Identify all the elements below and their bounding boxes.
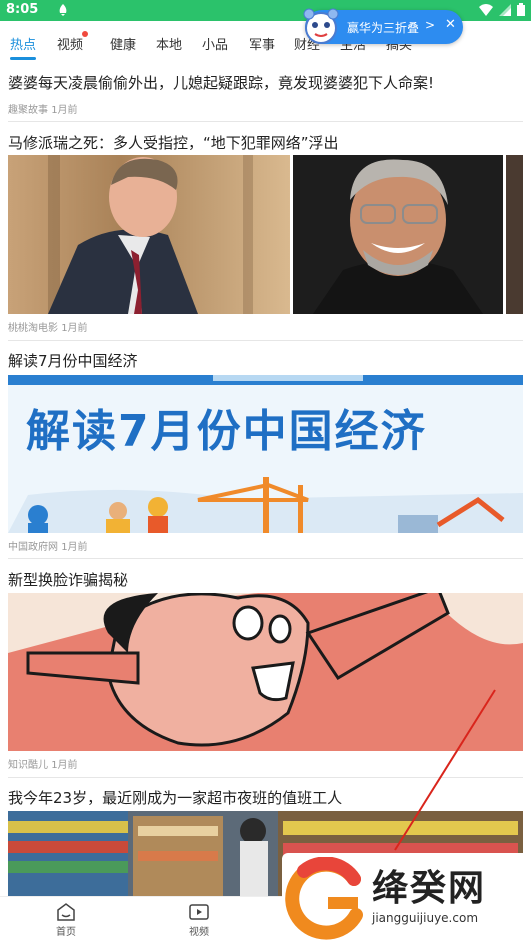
nav-home[interactable]: 首页 [46, 903, 86, 938]
active-tab-indicator [10, 57, 36, 60]
feed-title-1[interactable]: 婆婆每天凌晨偷偷外出，儿媳起疑跟踪，竟发现婆婆犯下人命案! [8, 72, 434, 93]
tab-military[interactable]: 军事 [249, 34, 275, 53]
divider [8, 340, 523, 341]
new-badge-dot [82, 31, 88, 37]
close-icon[interactable]: ✕ [445, 17, 456, 32]
feed-source: 桃桃淘电影 [8, 323, 58, 334]
feed-title-3[interactable]: 解读7月份中国经济 [8, 350, 138, 371]
feed-meta-2: 桃桃淘电影 1月前 [8, 319, 88, 334]
feed-thumb-3[interactable]: 解读7月份中国经济 [8, 375, 523, 533]
feed-meta-3: 中国政府网 1月前 [8, 538, 88, 553]
video-icon [189, 904, 209, 920]
nav-home-label: 首页 [56, 927, 76, 938]
infographic-title: 解读7月份中国经济 [26, 406, 427, 457]
feed-time: 1月前 [61, 323, 88, 334]
signal-icon [499, 3, 511, 16]
notification-icon [59, 4, 67, 16]
feed-time: 1月前 [61, 542, 88, 553]
smiling-man-photo [313, 159, 483, 314]
watermark-title: 绛癸网 [372, 868, 487, 909]
feed-source: 知识酷儿 [8, 760, 48, 771]
feed-time: 1月前 [51, 105, 78, 116]
watermark-url: jiangguijiuye.com [372, 911, 479, 925]
tab-sketch[interactable]: 小品 [202, 34, 228, 53]
feed-thumb-2a[interactable] [8, 155, 290, 314]
tab-health[interactable]: 健康 [110, 34, 136, 53]
battery-icon [517, 3, 525, 16]
feed-title-2[interactable]: 马修派瑞之死：多人受指控，“地下犯罪网络”浮出 [8, 132, 339, 153]
feed-thumb-2b[interactable] [293, 155, 503, 314]
chevron-right-icon: > [425, 18, 436, 32]
home-icon [57, 903, 75, 921]
feed-thumb-2c[interactable] [506, 155, 523, 314]
feed-time: 1月前 [51, 760, 78, 771]
feed-title-4[interactable]: 新型换脸诈骗揭秘 [8, 569, 128, 590]
nav-video[interactable]: 视频 [179, 903, 219, 938]
man-in-suit-photo [48, 155, 253, 314]
feed-meta-1: 趣聚故事 1月前 [8, 101, 78, 116]
status-time: 8:05 [6, 2, 39, 17]
watermark-logo: 绛癸网 jiangguijiuye.com [282, 853, 531, 944]
tab-video[interactable]: 视频 [57, 34, 83, 53]
promo-banner[interactable]: 赢华为三折叠 > ✕ [303, 8, 463, 44]
logo-icon [285, 857, 363, 940]
feed-title-5[interactable]: 我今年23岁，最近刚成为一家超市夜班的值班工人 [8, 787, 342, 808]
divider [8, 777, 523, 778]
feed-source: 中国政府网 [8, 542, 58, 553]
feed-thumb-4[interactable] [8, 593, 523, 751]
promo-text: 赢华为三折叠 [347, 21, 420, 35]
feed-source: 趣聚故事 [8, 105, 48, 116]
divider [8, 558, 523, 559]
mascot-icon [303, 8, 339, 44]
wifi-icon [479, 3, 493, 16]
feed-meta-4: 知识酷儿 1月前 [8, 756, 78, 771]
system-icons [479, 3, 525, 16]
tab-local[interactable]: 本地 [156, 34, 182, 53]
cartoon-illustration [8, 593, 523, 751]
nav-video-label: 视频 [189, 927, 209, 938]
divider [8, 121, 523, 122]
tab-hot[interactable]: 热点 [10, 34, 36, 53]
